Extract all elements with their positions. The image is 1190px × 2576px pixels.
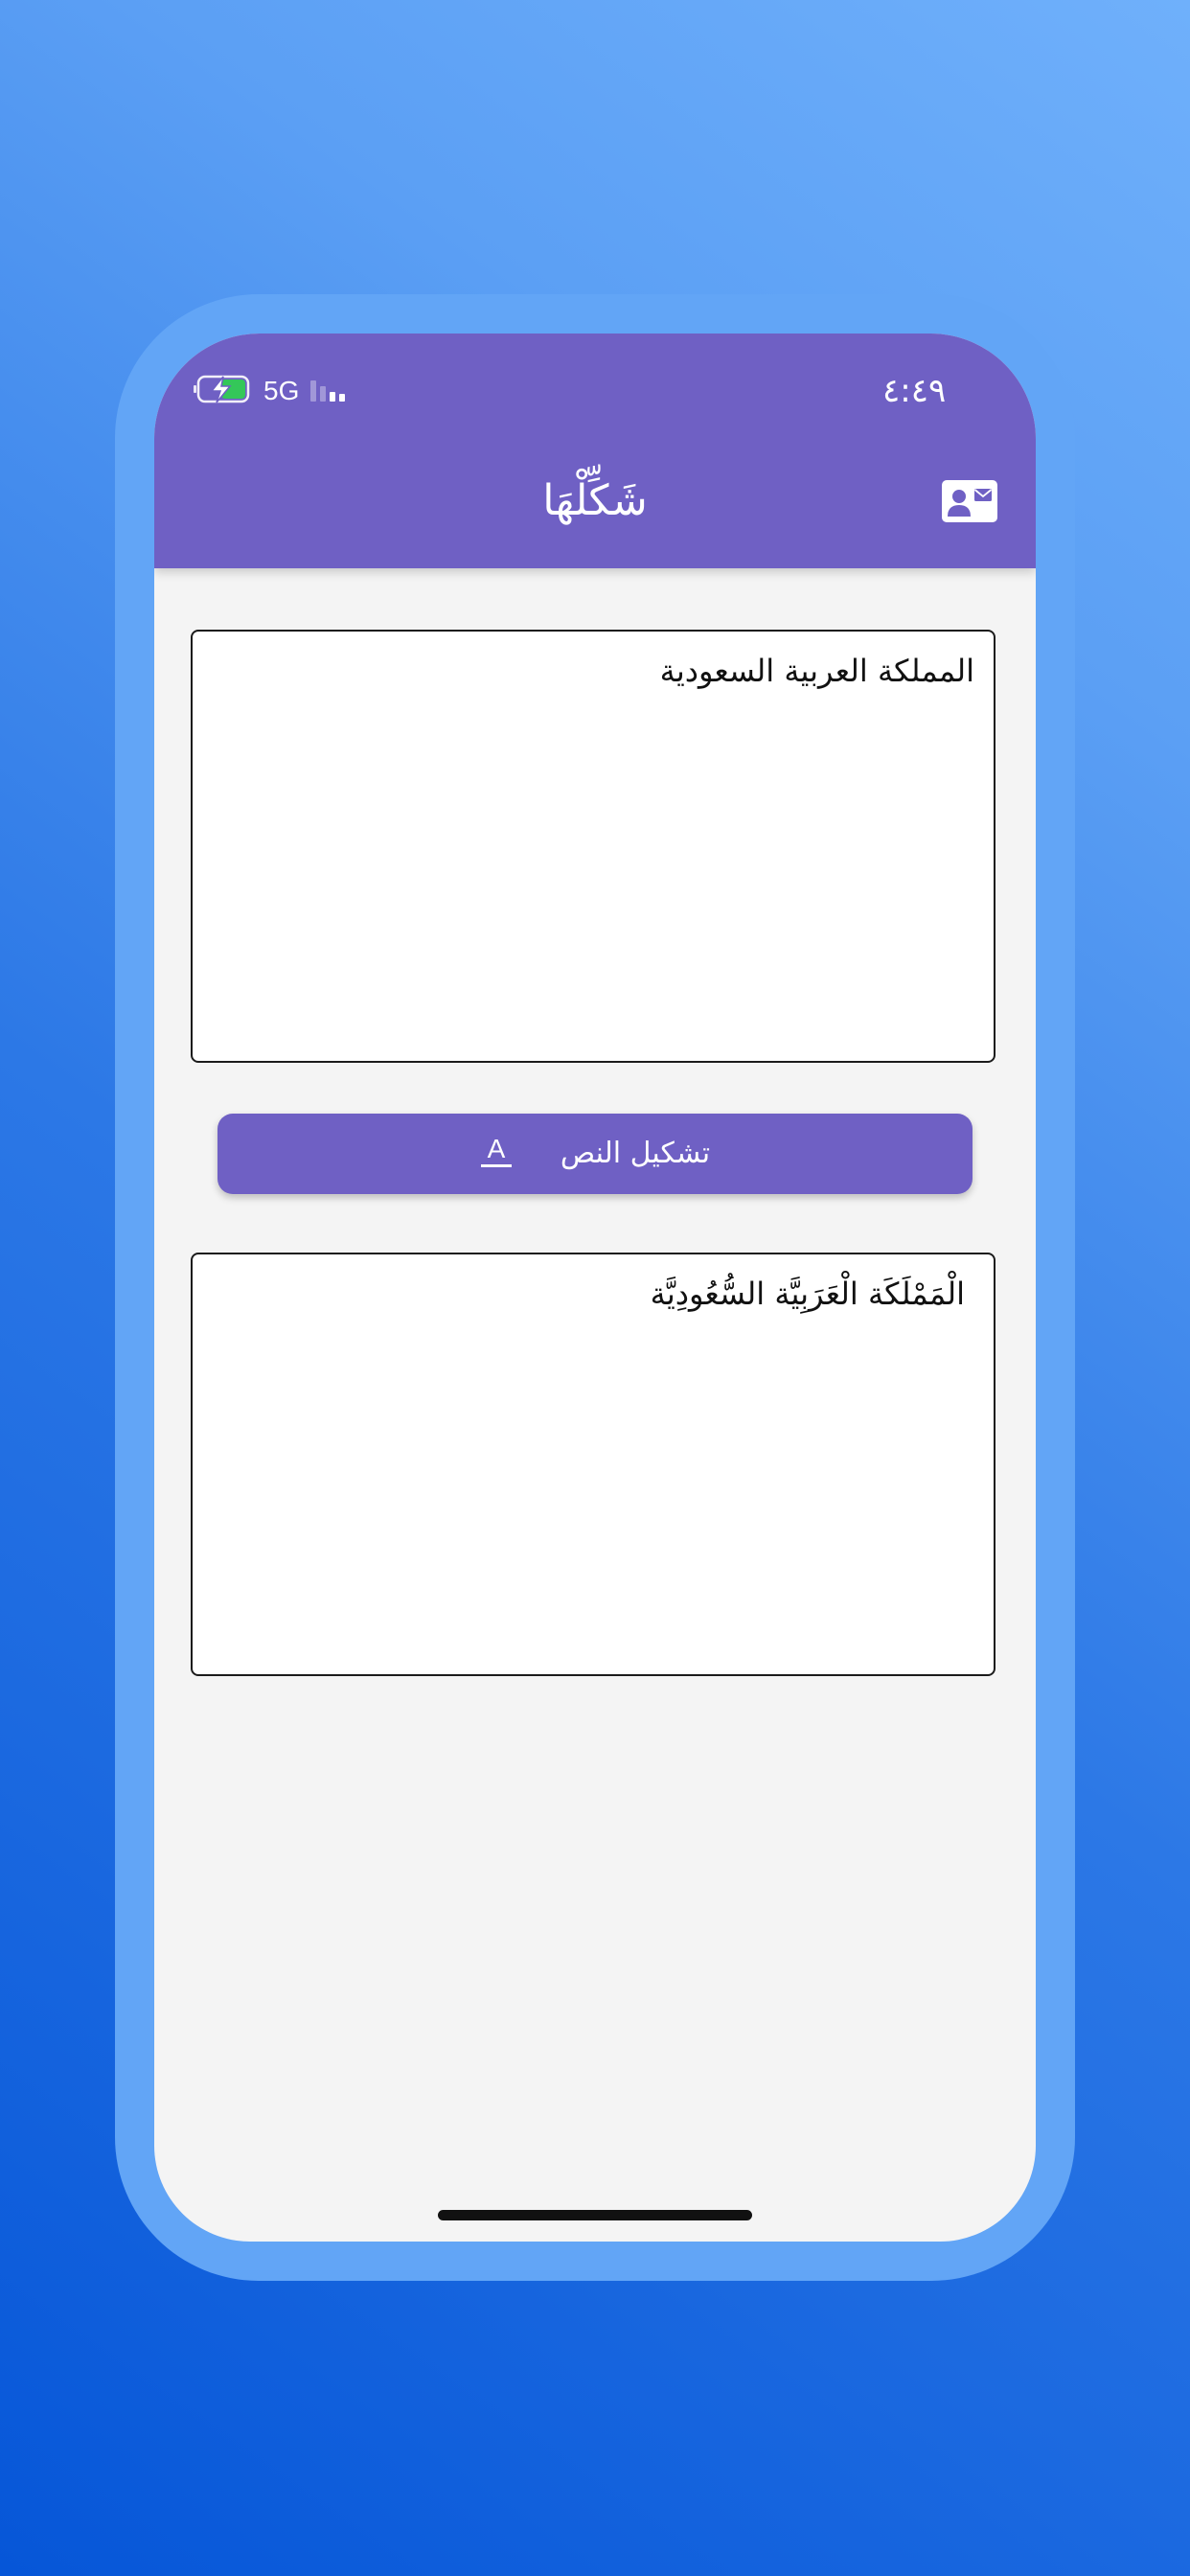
input-text-field[interactable]: المملكة العربية السعودية [212,649,974,1044]
diacritize-label: تشكيل النص [560,1137,711,1170]
output-text-box: الْمَمْلَكَة الْعَرَبِيَّة السُّعُودِيَّ… [191,1253,995,1676]
input-text-box[interactable]: المملكة العربية السعودية [191,630,995,1063]
contact-card-icon [942,480,997,522]
diacritize-button[interactable]: تشكيل النص A [217,1114,973,1194]
status-indicators: 5G [193,374,351,408]
status-bar: 5G ٤:٤٩ [154,334,1036,448]
home-indicator[interactable] [438,2210,752,2220]
signal-bars-icon [309,373,351,409]
app-title: شَكِّلْهَا [542,476,648,525]
app-header: 5G ٤:٤٩ شَكِّلْهَا [154,334,1036,568]
battery-charging-icon [193,373,252,409]
network-type: 5G [263,376,300,405]
status-time: ٤:٤٩ [882,372,947,410]
app-screen: 5G ٤:٤٩ شَكِّلْهَا المملكة العربية السعو… [154,334,1036,2242]
svg-text:A: A [488,1134,506,1163]
text-format-icon: A [480,1133,513,1175]
contact-button[interactable] [942,480,997,522]
